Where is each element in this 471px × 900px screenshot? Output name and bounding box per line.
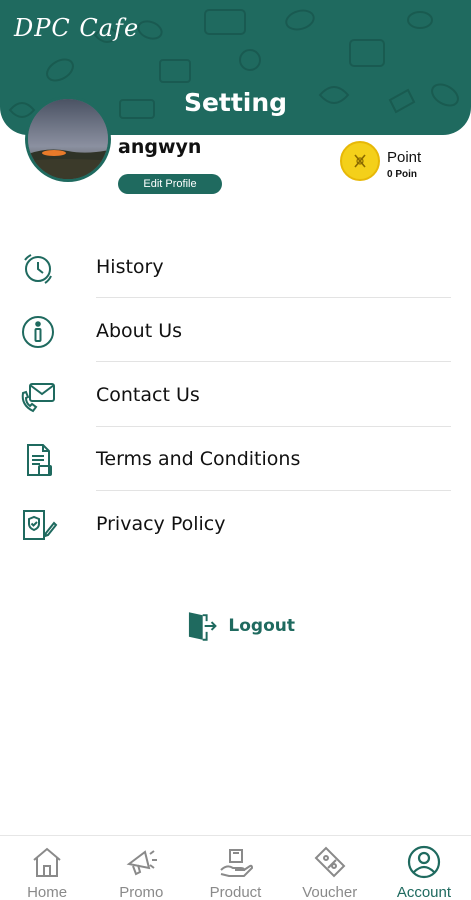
username: angwyn <box>118 136 202 158</box>
bottom-navigation: Home Promo Product Voucher Account <box>0 835 471 900</box>
avatar-photo <box>28 99 108 179</box>
nav-voucher[interactable]: Voucher <box>283 836 377 900</box>
product-hand-icon <box>219 849 253 877</box>
nav-product[interactable]: Product <box>188 836 282 900</box>
nav-label-product: Product <box>209 884 262 900</box>
point-value: 0 Poin <box>387 169 418 180</box>
nav-home[interactable]: Home <box>0 836 94 900</box>
menu-label-terms: Terms and Conditions <box>96 448 301 470</box>
logout-label: Logout <box>228 616 295 636</box>
divider <box>96 297 451 298</box>
info-icon <box>22 316 54 348</box>
menu-label-history: History <box>96 256 164 278</box>
nav-label-promo: Promo <box>119 884 164 900</box>
divider <box>96 361 451 362</box>
contact-icon <box>21 383 55 413</box>
nav-label-voucher: Voucher <box>302 884 358 900</box>
nav-account[interactable]: Account <box>377 836 471 900</box>
history-icon <box>24 254 52 284</box>
nav-promo[interactable]: Promo <box>94 836 188 900</box>
privacy-icon <box>23 510 58 540</box>
menu-label-privacy: Privacy Policy <box>96 513 226 535</box>
document-icon <box>27 444 52 476</box>
account-icon <box>407 845 441 879</box>
nav-label-home: Home <box>27 884 68 900</box>
home-icon <box>33 847 61 877</box>
divider <box>96 426 451 427</box>
menu-label-about: About Us <box>96 320 183 342</box>
edit-profile-button[interactable]: Edit Profile <box>118 174 222 194</box>
nav-label-account: Account <box>396 884 452 900</box>
menu-item-history[interactable]: History <box>0 236 471 300</box>
brand-logo: DPC Cafe <box>14 14 140 42</box>
point-label: Point <box>387 149 422 166</box>
menu-label-contact: Contact Us <box>96 384 200 406</box>
voucher-icon <box>314 846 346 878</box>
menu-item-privacy[interactable]: Privacy Policy <box>0 493 471 557</box>
logout-icon <box>188 612 217 641</box>
point-coin-icon <box>340 141 380 181</box>
avatar[interactable] <box>25 96 111 182</box>
menu-item-about[interactable]: About Us <box>0 300 471 364</box>
menu-item-contact[interactable]: Contact Us <box>0 364 471 428</box>
divider <box>96 490 451 491</box>
menu-item-terms[interactable]: Terms and Conditions <box>0 428 471 492</box>
logout-button[interactable]: Logout <box>185 608 295 644</box>
megaphone-icon <box>126 850 158 876</box>
